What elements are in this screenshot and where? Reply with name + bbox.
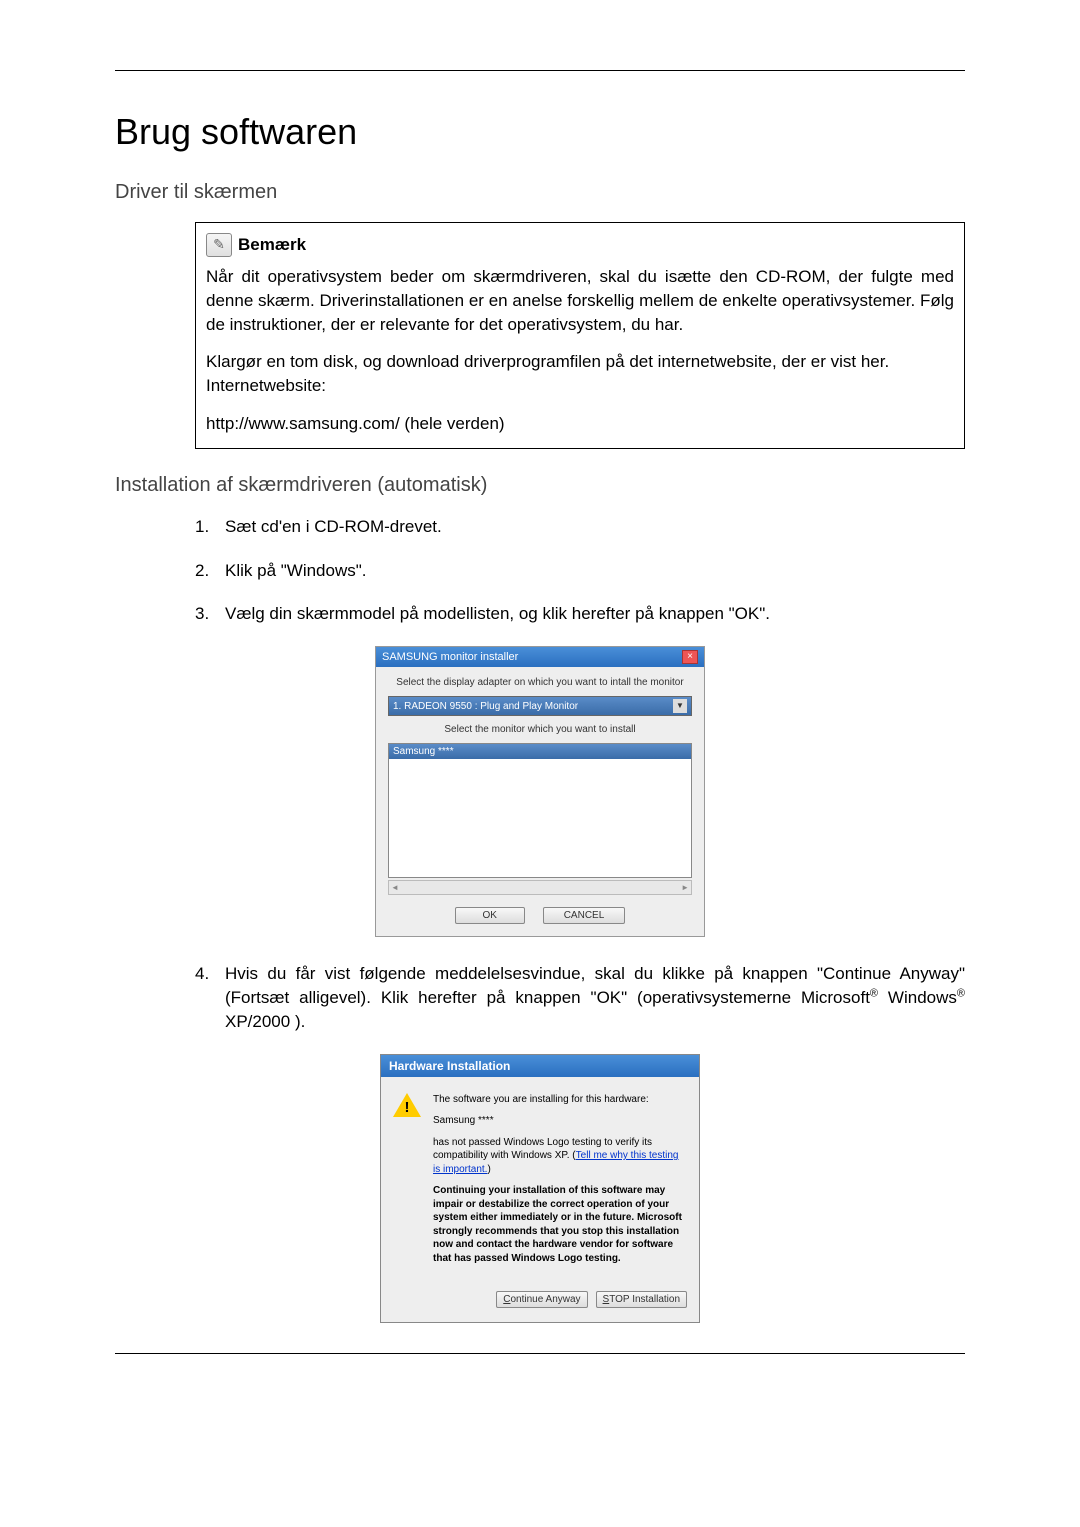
step-number: 1. bbox=[195, 515, 225, 539]
step-2: 2. Klik på "Windows". bbox=[195, 559, 965, 583]
section-heading-2: Installation af skærmdriveren (automatis… bbox=[115, 474, 965, 497]
hardware-installation-dialog: Hardware Installation ! The software you… bbox=[380, 1054, 700, 1324]
website-label: Internetwebsite: bbox=[206, 374, 954, 398]
step-number: 3. bbox=[195, 602, 225, 626]
monitor-listbox[interactable]: Samsung **** bbox=[388, 743, 692, 878]
website-url: http://www.samsung.com/ (hele verden) bbox=[206, 412, 954, 436]
step-text: Sæt cd'en i CD-ROM-drevet. bbox=[225, 515, 965, 539]
note-label: Bemærk bbox=[238, 233, 306, 257]
scroll-right-icon: ► bbox=[681, 883, 689, 892]
installer-dialog: SAMSUNG monitor installer × Select the d… bbox=[375, 646, 705, 937]
horizontal-scrollbar[interactable]: ◄ ► bbox=[388, 880, 692, 895]
listbox-selected-item[interactable]: Samsung **** bbox=[389, 744, 691, 759]
step-text: Hvis du får vist følgende meddelelsesvin… bbox=[225, 962, 965, 1033]
dialog-title: Hardware Installation bbox=[381, 1055, 699, 1077]
page-title: Brug softwaren bbox=[115, 111, 965, 153]
scroll-left-icon: ◄ bbox=[391, 883, 399, 892]
note-icon: ✎ bbox=[206, 233, 232, 257]
step-text: Klik på "Windows". bbox=[225, 559, 965, 583]
step-3: 3. Vælg din skærmmodel på modellisten, o… bbox=[195, 602, 965, 626]
section-heading-1: Driver til skærmen bbox=[115, 181, 965, 204]
step-number: 4. bbox=[195, 962, 225, 1033]
step-number: 2. bbox=[195, 559, 225, 583]
adapter-dropdown[interactable]: 1. RADEON 9550 : Plug and Play Monitor ▼ bbox=[388, 696, 692, 716]
steps-list: 1. Sæt cd'en i CD-ROM-drevet. 2. Klik på… bbox=[195, 515, 965, 626]
step-1: 1. Sæt cd'en i CD-ROM-drevet. bbox=[195, 515, 965, 539]
warning-text-2: has not passed Windows Logo testing to v… bbox=[433, 1136, 687, 1177]
step-4: 4. Hvis du får vist følgende meddelelses… bbox=[195, 962, 965, 1033]
continue-anyway-button[interactable]: Continue Anyway bbox=[496, 1291, 587, 1308]
top-divider bbox=[115, 70, 965, 71]
note-paragraph-1: Når dit operativsystem beder om skærmdri… bbox=[206, 265, 954, 336]
warning-text-bold: Continuing your installation of this sof… bbox=[433, 1184, 687, 1265]
warning-text-1: The software you are installing for this… bbox=[433, 1093, 687, 1107]
cancel-button[interactable]: CANCEL bbox=[543, 907, 626, 924]
note-box: ✎ Bemærk Når dit operativsystem beder om… bbox=[195, 222, 965, 449]
chevron-down-icon: ▼ bbox=[673, 699, 687, 713]
steps-list-continued: 4. Hvis du får vist følgende meddelelses… bbox=[195, 962, 965, 1033]
stop-installation-button[interactable]: STOP Installation bbox=[596, 1291, 687, 1308]
warning-icon: ! bbox=[393, 1093, 421, 1121]
dialog-titlebar: SAMSUNG monitor installer × bbox=[376, 647, 704, 667]
dialog-instruction-2: Select the monitor which you want to ins… bbox=[388, 724, 692, 735]
close-button[interactable]: × bbox=[682, 650, 698, 664]
warning-device-name: Samsung **** bbox=[433, 1114, 687, 1128]
bottom-divider bbox=[115, 1353, 965, 1354]
dialog-instruction-1: Select the display adapter on which you … bbox=[388, 677, 692, 688]
ok-button[interactable]: OK bbox=[455, 907, 525, 924]
dialog-title: SAMSUNG monitor installer bbox=[382, 651, 518, 663]
step-text: Vælg din skærmmodel på modellisten, og k… bbox=[225, 602, 965, 626]
dropdown-value: 1. RADEON 9550 : Plug and Play Monitor bbox=[393, 701, 578, 712]
note-paragraph-2: Klargør en tom disk, og download driverp… bbox=[206, 350, 954, 374]
